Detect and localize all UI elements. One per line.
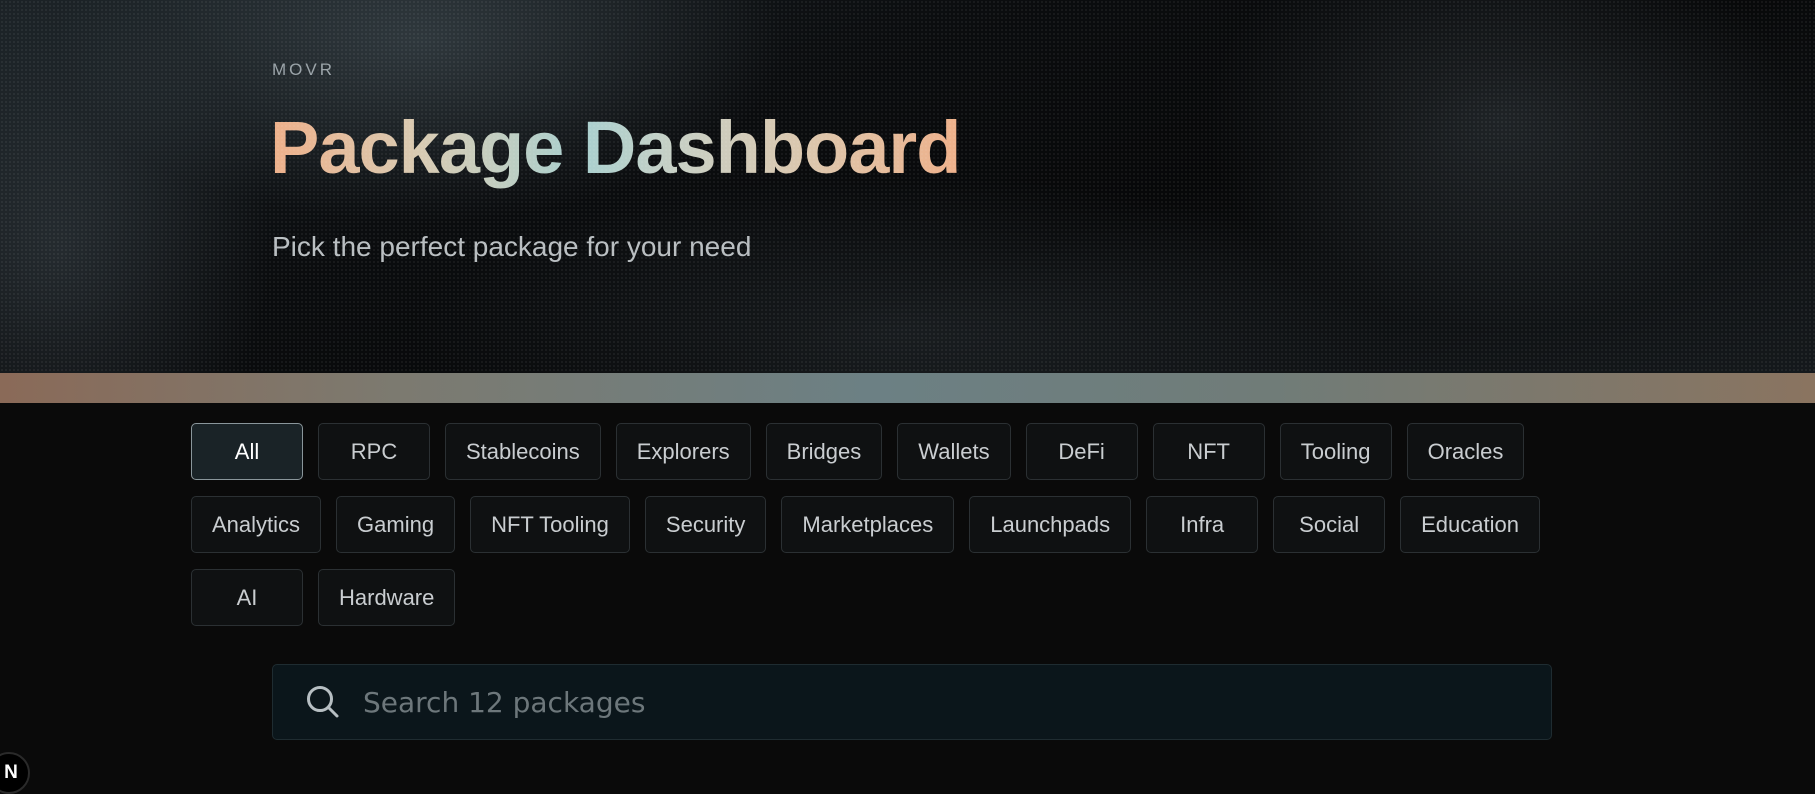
filter-chip-hardware[interactable]: Hardware (318, 569, 456, 626)
filter-chip-gaming[interactable]: Gaming (336, 496, 456, 553)
page-title: Package Dashboard (270, 104, 961, 192)
filter-chip-nft-tooling[interactable]: NFT Tooling (470, 496, 630, 553)
brand-eyebrow: MOVR (272, 60, 335, 79)
corner-badge[interactable]: N (0, 752, 30, 794)
package-search-box (272, 664, 1552, 740)
filter-chip-oracles[interactable]: Oracles (1406, 423, 1525, 480)
filter-chip-defi[interactable]: DeFi (1025, 423, 1138, 480)
category-filter-bar: All RPC Stablecoins Explorers Bridges Wa… (191, 423, 1621, 626)
filter-chip-education[interactable]: Education (1400, 496, 1540, 553)
filter-chip-explorers[interactable]: Explorers (615, 423, 751, 480)
decorative-band (0, 373, 1815, 403)
filter-chip-all[interactable]: All (191, 423, 303, 480)
filter-chip-bridges[interactable]: Bridges (765, 423, 883, 480)
page-subtitle: Pick the perfect package for your need (272, 231, 752, 262)
filter-chip-ai[interactable]: AI (191, 569, 303, 626)
filter-chip-marketplaces[interactable]: Marketplaces (781, 496, 955, 553)
filter-chip-infra[interactable]: Infra (1146, 496, 1259, 553)
filter-chip-analytics[interactable]: Analytics (191, 496, 322, 553)
filter-chip-rpc[interactable]: RPC (318, 423, 430, 480)
filter-chip-stablecoins[interactable]: Stablecoins (445, 423, 601, 480)
hero-banner: MOVR Package Dashboard Pick the perfect … (0, 0, 1815, 373)
filter-chip-tooling[interactable]: Tooling (1279, 423, 1392, 480)
filter-chip-security[interactable]: Security (644, 496, 767, 553)
search-icon (303, 682, 343, 722)
search-input[interactable] (363, 665, 1551, 739)
filter-chip-nft[interactable]: NFT (1152, 423, 1265, 480)
filter-chip-social[interactable]: Social (1273, 496, 1386, 553)
filter-chip-launchpads[interactable]: Launchpads (969, 496, 1132, 553)
filter-chip-wallets[interactable]: Wallets (897, 423, 1011, 480)
